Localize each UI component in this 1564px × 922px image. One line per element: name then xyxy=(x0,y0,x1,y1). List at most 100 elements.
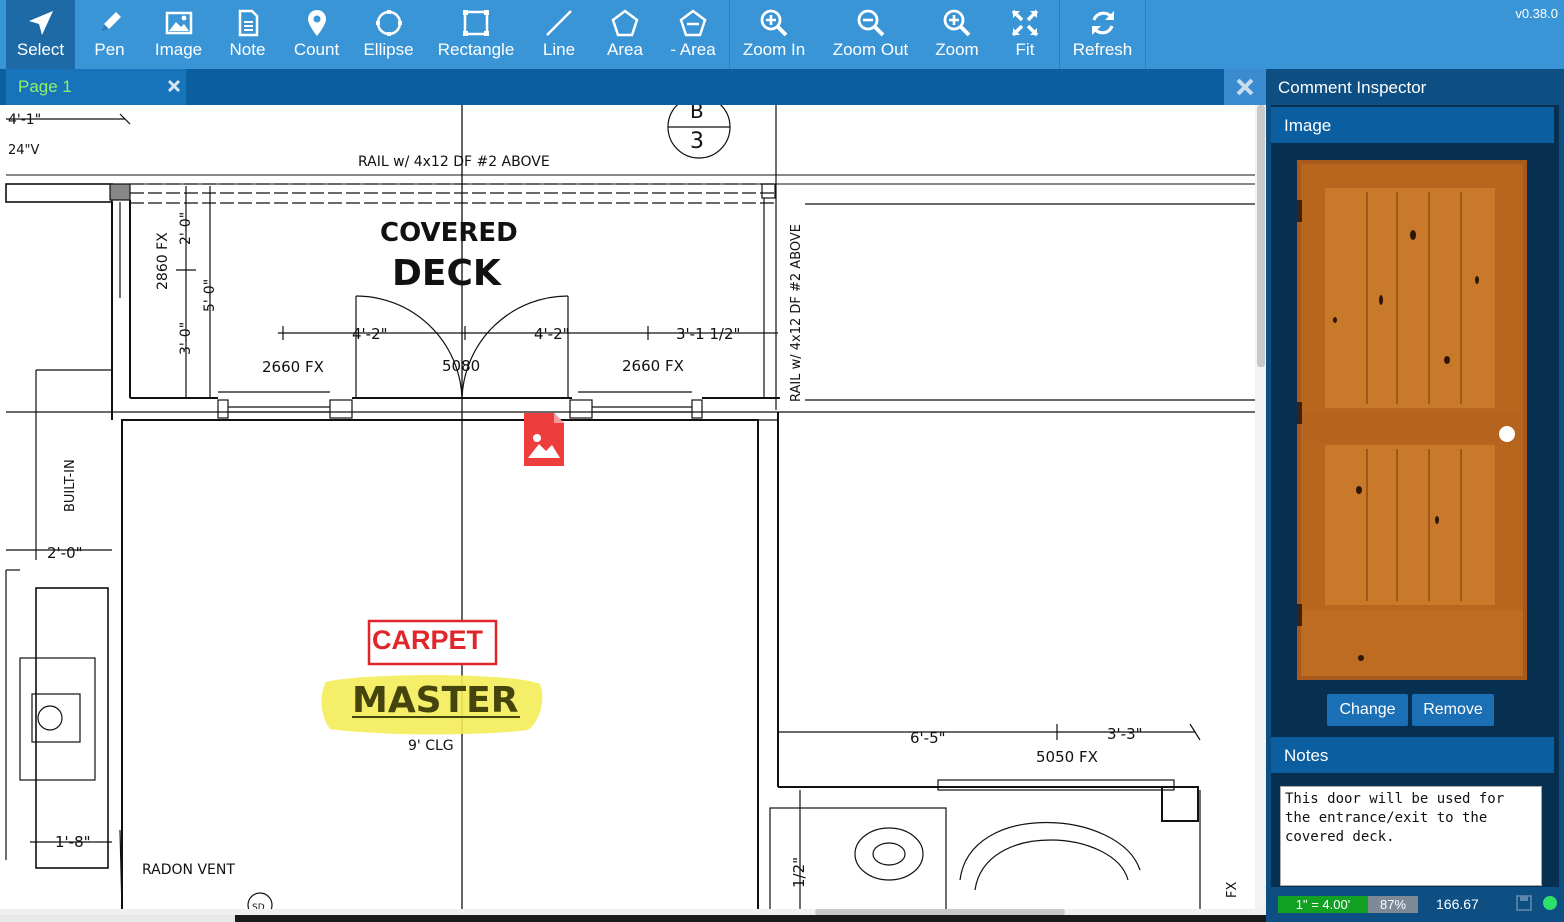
close-inspector-button[interactable] xyxy=(1224,69,1266,105)
tab-page-1[interactable]: Page 1 xyxy=(6,69,186,105)
plan-label: RAIL w/ 4x12 DF #2 ABOVE xyxy=(358,154,550,170)
tool-label: Rectangle xyxy=(437,40,515,59)
save-disk-icon[interactable] xyxy=(1516,895,1532,911)
zoom-level-badge: 87% xyxy=(1368,896,1418,913)
zoom-icon xyxy=(943,9,971,37)
dim-label: 4'-2" xyxy=(352,325,388,343)
select-tool-button[interactable]: Select xyxy=(6,0,75,69)
dim-label: 2'-0" xyxy=(178,212,194,245)
note-document-icon xyxy=(238,9,258,37)
tab-label: Page 1 xyxy=(18,77,72,96)
plan-label: 2660 FX xyxy=(262,358,324,376)
subtract-area-tool-button[interactable]: - Area xyxy=(658,0,728,69)
image-section-header: Image xyxy=(1271,107,1554,143)
refresh-button[interactable]: Refresh xyxy=(1060,0,1145,69)
plan-label: 2660 FX xyxy=(622,357,684,375)
inspector-title: Comment Inspector xyxy=(1278,78,1427,97)
bottom-edge-light xyxy=(0,915,235,922)
room-label: MASTER xyxy=(352,680,518,721)
status-bar: 1" = 4.00' 87% 166.67 xyxy=(1266,887,1564,922)
count-tool-button[interactable]: Count xyxy=(282,0,351,69)
plan-label: 5080 xyxy=(442,357,480,375)
tool-label: Note xyxy=(229,40,266,59)
plan-label: 9' CLG xyxy=(408,738,454,754)
plan-label: RAIL w/ 4x12 DF #2 ABOVE xyxy=(789,224,804,402)
tool-label: Fit xyxy=(1015,40,1035,59)
pentagon-icon xyxy=(611,9,639,37)
pen-tool-button[interactable]: Pen xyxy=(75,0,144,69)
dim-label: 2'-0" xyxy=(47,544,83,562)
remove-image-button[interactable]: Remove xyxy=(1412,694,1494,726)
plan-label: RADON VENT xyxy=(142,862,235,878)
dim-label: 3'-1 1/2" xyxy=(676,325,740,343)
dim-label: 24"V xyxy=(8,143,40,158)
zoom-out-icon xyxy=(857,9,884,37)
drawing-canvas[interactable]: 4'-1" 24"V RAIL w/ 4x12 DF #2 ABOVE COVE… xyxy=(0,105,1266,915)
door-image xyxy=(1297,160,1527,680)
plan-label: COVERED xyxy=(380,218,518,248)
area-tool-button[interactable]: Area xyxy=(592,0,658,69)
pentagon-minus-icon xyxy=(679,9,707,37)
image-tool-button[interactable]: Image xyxy=(144,0,213,69)
plan-label: 3 xyxy=(690,129,704,154)
dim-label: 3'-3" xyxy=(1107,725,1143,743)
zoom-out-button[interactable]: Zoom Out xyxy=(818,0,923,69)
tool-label: Refresh xyxy=(1072,40,1133,59)
dim-label: 3'-0" xyxy=(178,322,194,355)
plan-label: 5050 FX xyxy=(1036,748,1098,766)
image-comment-pin[interactable] xyxy=(524,413,564,466)
pen-icon xyxy=(100,12,121,32)
page-tab-bar: Page 1 xyxy=(0,69,1266,105)
note-tool-button[interactable]: Note xyxy=(213,0,282,69)
plan-label: 2860 FX xyxy=(155,232,171,290)
bottom-edge-dark xyxy=(235,915,1266,922)
tool-label: Zoom In xyxy=(742,40,806,59)
floor-plan-drawing: 4'-1" 24"V RAIL w/ 4x12 DF #2 ABOVE COVE… xyxy=(5,105,1257,915)
coordinate-readout: 166.67 xyxy=(1436,896,1479,912)
map-pin-icon xyxy=(307,10,326,36)
toolbar-divider xyxy=(1145,0,1146,69)
zoom-in-icon xyxy=(760,9,788,37)
line-tool-button[interactable]: Line xyxy=(526,0,592,69)
plan-label: FX xyxy=(1225,882,1240,898)
tool-label: Ellipse xyxy=(363,40,414,59)
ellipse-icon xyxy=(375,10,402,36)
tool-label: Zoom Out xyxy=(832,40,909,59)
dim-label: 5'-0" xyxy=(202,279,218,312)
tool-label: Line xyxy=(542,40,576,59)
fit-button[interactable]: Fit xyxy=(991,0,1059,69)
comment-inspector-panel: Comment Inspector Image Change Remove No… xyxy=(1266,69,1564,922)
tool-label: Zoom xyxy=(935,40,979,59)
line-icon xyxy=(546,10,572,36)
picture-icon xyxy=(165,11,192,35)
close-tab-icon[interactable] xyxy=(166,78,182,94)
tool-label: Count xyxy=(293,40,340,59)
cursor-arrow-icon xyxy=(28,11,53,35)
tool-label: Area xyxy=(607,40,643,59)
dim-label: 1/2" xyxy=(790,857,808,888)
dim-label: 1'-8" xyxy=(55,833,91,851)
tool-label: Select xyxy=(16,40,65,59)
zoom-in-button[interactable]: Zoom In xyxy=(730,0,818,69)
close-x-icon xyxy=(1236,78,1254,96)
scale-badge[interactable]: 1" = 4.00' xyxy=(1278,896,1368,913)
tool-label: Image xyxy=(154,40,203,59)
plan-label: BUILT-IN xyxy=(63,459,78,512)
notes-section-header: Notes xyxy=(1271,737,1554,773)
dim-label: 4'-2" xyxy=(534,325,570,343)
plan-label: DECK xyxy=(392,253,502,294)
inspector-body: Image Change Remove Notes This door will… xyxy=(1271,105,1559,922)
dim-label: 6'-5" xyxy=(910,729,946,747)
change-image-button[interactable]: Change xyxy=(1327,694,1408,726)
rectangle-tool-button[interactable]: Rectangle xyxy=(426,0,526,69)
vertical-scrollbar-thumb[interactable] xyxy=(1257,105,1265,367)
connection-status-dot xyxy=(1543,896,1557,910)
notes-textarea[interactable]: This door will be used for the entrance/… xyxy=(1280,786,1542,886)
plan-label: B xyxy=(690,105,704,123)
ellipse-tool-button[interactable]: Ellipse xyxy=(351,0,426,69)
tool-label: - Area xyxy=(670,40,716,59)
tool-label: Pen xyxy=(94,40,125,59)
main-toolbar: Select Pen Image Note Count Ellipse Rect… xyxy=(0,0,1564,69)
version-label: v0.38.0 xyxy=(1515,6,1558,21)
zoom-button[interactable]: Zoom xyxy=(923,0,991,69)
